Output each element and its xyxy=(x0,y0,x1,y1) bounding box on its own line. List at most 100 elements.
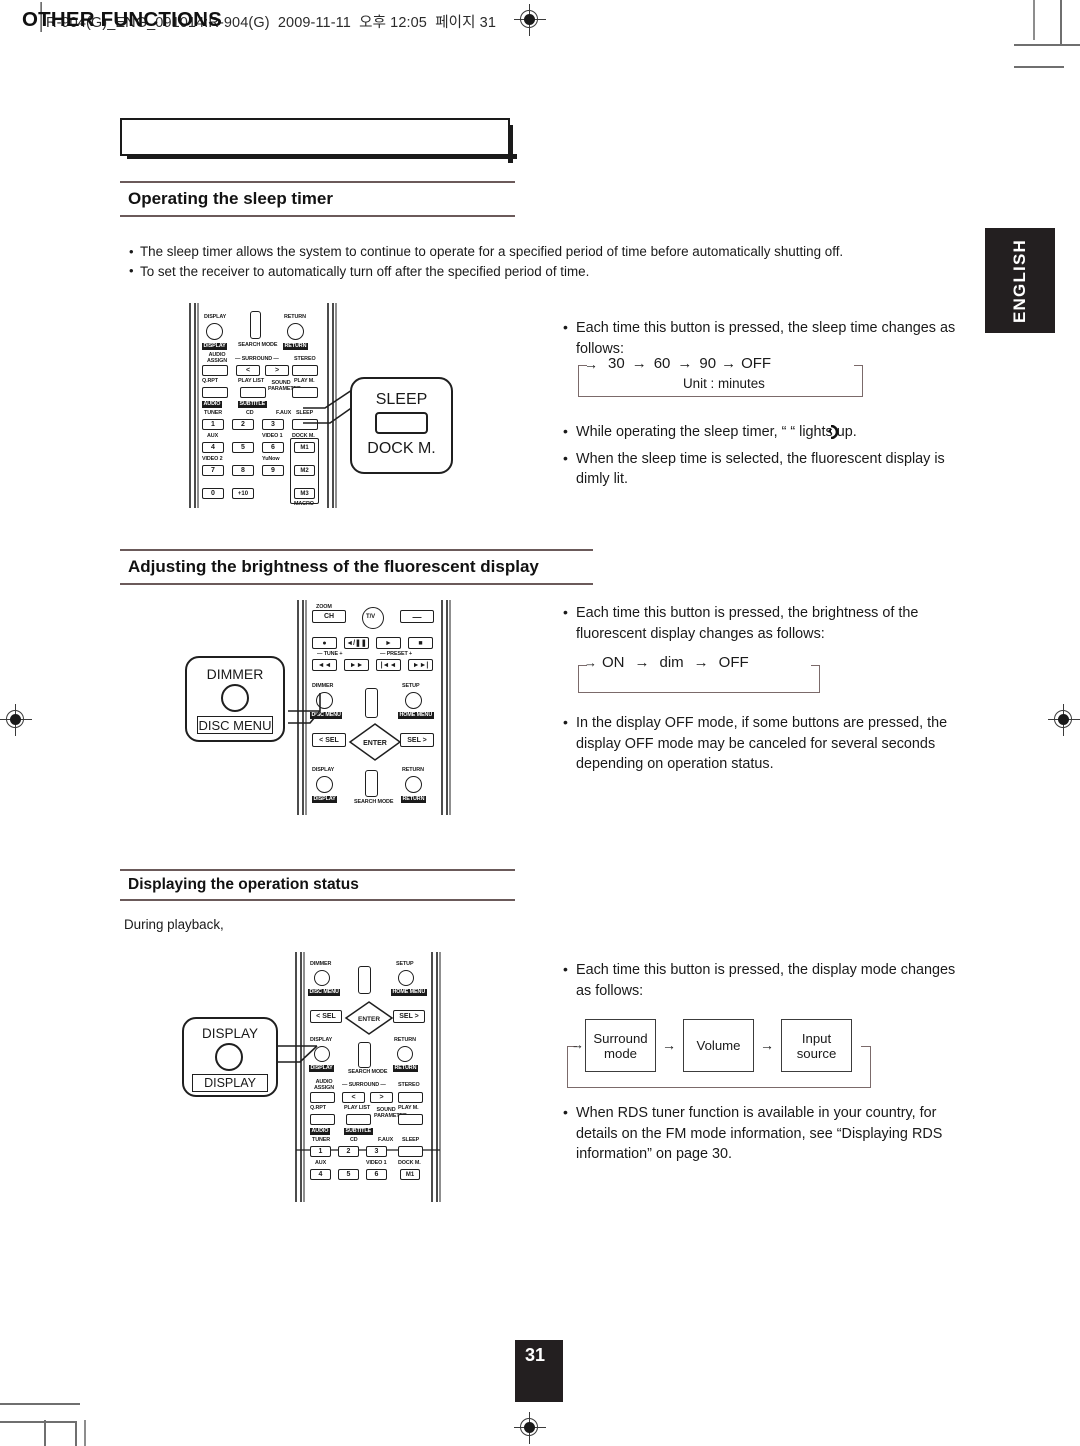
remote-button-preset-down: |◄◄ xyxy=(376,659,401,671)
flow-box-input-source: Input source xyxy=(781,1019,852,1072)
remote-label-return-inverse: RETURN xyxy=(283,342,308,350)
language-tab-label: ENGLISH xyxy=(1010,238,1029,323)
list-item-text: Each time this button is pressed, the sl… xyxy=(576,320,956,357)
remote-label-q-rpt-3: Q.RPT xyxy=(310,1105,326,1111)
remote-label-display-2: DISPLAY xyxy=(312,767,335,773)
list-item: • In the display OFF mode, if some butto… xyxy=(563,713,973,775)
chapter-banner-shadow-bottom xyxy=(127,154,517,159)
remote-label-f-aux-3: F.AUX xyxy=(378,1137,394,1143)
remote-label-yunow: YuNow xyxy=(262,456,280,462)
flow-step-label: 90 xyxy=(699,355,717,372)
remote-button-record: ● xyxy=(312,637,337,649)
remote-label-home-menu: HOME MENU xyxy=(398,711,434,719)
flow-arrow-icon: → xyxy=(631,355,647,372)
remote-button-6-3: 6 xyxy=(366,1169,387,1180)
remote-label-audio-3: AUDIO xyxy=(310,1127,330,1135)
remote-button-tune-down: ◄◄ xyxy=(312,659,337,671)
remote-button-5: 5 xyxy=(232,442,254,453)
remote-label-tuner-3: TUNER xyxy=(312,1137,331,1143)
bullet-icon: • xyxy=(563,423,568,439)
remote-label-display: DISPLAY xyxy=(204,314,227,320)
flow-arrow-icon: → xyxy=(662,1037,676,1053)
remote-button-3-3: 3 xyxy=(366,1146,387,1157)
flow-steps-row: → 30 → 60 → 90 → OFF xyxy=(584,355,771,372)
remote-button-setup-circle-3 xyxy=(398,970,414,986)
flow-steps-row: → ON → dim → OFF xyxy=(584,654,749,671)
sleep-timer-notes: • Each time this button is pressed, the … xyxy=(563,318,968,359)
remote-button-stop: ■ xyxy=(408,637,433,649)
brightness-notes: • Each time this button is pressed, the … xyxy=(563,603,963,644)
remote-label-sound-parameter-3: SOUND PARAMETER xyxy=(374,1107,407,1119)
flow-arrow-icon: → xyxy=(634,654,650,671)
manual-page: OTHER FUNCTIONS ENGLISH Operating the sl… xyxy=(0,0,1080,1446)
callout-label-sleep: SLEEP xyxy=(375,391,428,408)
remote-button-tune-up: ►► xyxy=(344,659,369,671)
remote-button-center-strip-3 xyxy=(358,966,371,994)
remote-button-display-circle xyxy=(206,323,223,340)
remote-label-return-inverse-2: RETURN xyxy=(401,795,426,803)
remote-label-search-mode: SEARCH MODE xyxy=(238,342,278,348)
remote-button-sel-right: SEL > xyxy=(400,733,434,747)
remote-label-surround: — SURROUND — xyxy=(235,356,279,362)
bullet-icon: • xyxy=(563,1104,568,1120)
section-heading-operation-status-text: Displaying the operation status xyxy=(128,876,359,893)
remote-button-pause: ◄/❚❚ xyxy=(344,637,369,649)
list-item: • When the sleep time is selected, the f… xyxy=(563,449,973,490)
flow-step-label: OFF xyxy=(718,654,749,671)
remote-label-cd-3: CD xyxy=(350,1137,358,1143)
sleep-timer-intro-list: • The sleep timer allows the system to c… xyxy=(128,242,958,281)
flow-arrow-icon: → xyxy=(677,355,693,372)
remote-label-stereo: STEREO xyxy=(294,356,316,362)
remote-button-enter-diamond-3: ENTER xyxy=(344,1001,394,1035)
remote-button-8: 8 xyxy=(232,465,254,476)
remote-button-1: 1 xyxy=(202,419,224,430)
svg-text:ENTER: ENTER xyxy=(358,1016,380,1023)
callout-button-display xyxy=(215,1043,243,1071)
remote-button-display-circle-2 xyxy=(316,776,333,793)
remote-button-1-3: 1 xyxy=(310,1146,331,1157)
flow-step-label: dim xyxy=(659,654,684,671)
bullet-icon: • xyxy=(563,961,568,977)
remote-label-video1-3: VIDEO 1 xyxy=(366,1160,387,1166)
remote-label-video1: VIDEO 1 xyxy=(262,433,283,439)
remote-button-dimmer-circle-3 xyxy=(314,970,330,986)
sleep-time-flow-diagram: → 30 → 60 → 90 → OFF Unit : minutes xyxy=(578,355,863,397)
list-item: • Each time this button is pressed, the … xyxy=(563,318,968,359)
remote-button-mute: — xyxy=(400,610,434,623)
remote-label-return-2: RETURN xyxy=(402,767,424,773)
remote-button-sound-parameter-3 xyxy=(398,1114,423,1125)
remote-button-5-3: 5 xyxy=(338,1169,359,1180)
list-item-text: Each time this button is pressed, the di… xyxy=(576,962,956,999)
bullet-icon: • xyxy=(563,449,568,466)
remote-label-preset: — PRESET + xyxy=(380,651,413,657)
remote-label-home-menu-3: HOME MENU xyxy=(391,988,427,996)
flow-loop-right-stub xyxy=(854,365,863,367)
page-number-value: 31 xyxy=(525,1345,546,1365)
flow-loop-right-stub xyxy=(811,665,820,667)
remote-button-9: 9 xyxy=(262,465,284,476)
language-tab: ENGLISH xyxy=(985,228,1055,333)
remote-button-return-circle-3 xyxy=(397,1046,413,1062)
chapter-title: OTHER FUNCTIONS xyxy=(22,8,223,31)
brightness-notes-2: • In the display OFF mode, if some butto… xyxy=(563,713,973,775)
remote-label-q-rpt: Q.RPT xyxy=(202,378,218,384)
sleep-timer-notes-2: • While operating the sleep timer, “ “ l… xyxy=(563,422,973,490)
list-item-text: The sleep timer allows the system to con… xyxy=(140,244,844,259)
remote-button-surround-right: > xyxy=(265,365,289,376)
operation-status-lead-text: During playback, xyxy=(124,917,224,932)
section-heading-brightness: Adjusting the brightness of the fluoresc… xyxy=(120,549,593,585)
flow-arrow-icon: → xyxy=(760,1037,774,1053)
remote-label-cd: CD xyxy=(246,410,254,416)
remote-button-2: 2 xyxy=(232,419,254,430)
remote-button-7: 7 xyxy=(202,465,224,476)
display-mode-flow-diagram: → Surround mode → Volume → Input source xyxy=(567,1013,871,1088)
bullet-icon: • xyxy=(129,243,134,259)
remote-button-q-rpt xyxy=(202,387,228,398)
flow-unit-note: Unit : minutes xyxy=(683,376,765,391)
callout-button-sleep xyxy=(375,412,428,434)
list-item-text: While operating the sleep timer, “ “ lig… xyxy=(576,424,857,440)
list-item-text: When RDS tuner function is available in … xyxy=(576,1105,943,1162)
section-heading-brightness-text: Adjusting the brightness of the fluoresc… xyxy=(128,557,539,576)
remote-button-stereo-3 xyxy=(398,1092,423,1103)
flow-arrow-icon: → xyxy=(584,655,597,670)
